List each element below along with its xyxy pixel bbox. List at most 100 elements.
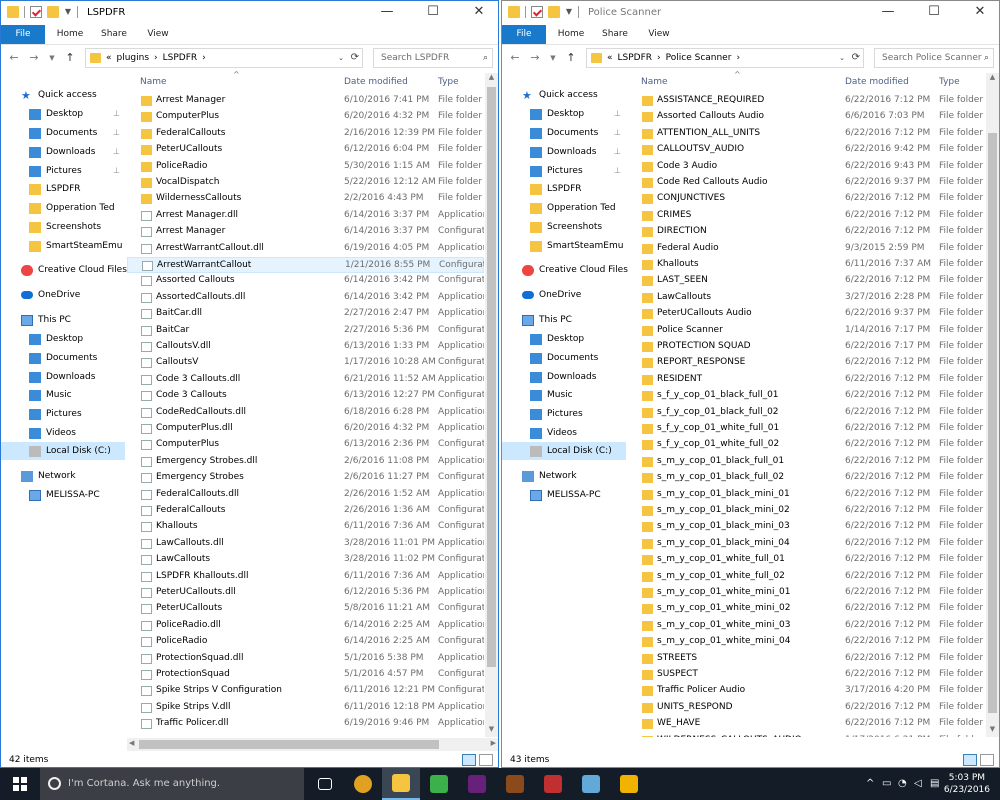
refresh-icon[interactable]: ⟳ [351, 49, 359, 67]
table-row[interactable]: PROTECTION SQUAD 6/22/2016 7:17 PM File fo… [628, 339, 985, 355]
table-row[interactable]: Spike Strips V.dll 6/11/2016 12:18 PM Appl… [127, 700, 484, 716]
nav-item-creative-cloud-files[interactable]: Creative Cloud Files [502, 261, 628, 279]
nav-item-smartsteamemu[interactable]: SmartSteamEmu [502, 237, 623, 255]
close-button[interactable]: ✕ [961, 1, 999, 25]
taskbar-chrome[interactable] [344, 768, 382, 800]
maximize-button[interactable]: ☐ [414, 1, 452, 25]
nav-item-onedrive[interactable]: OneDrive [1, 286, 80, 304]
table-row[interactable]: PeterUCallouts 5/8/2016 11:21 AM Configura… [127, 601, 484, 617]
address-dropdown-icon[interactable]: ⌄ [839, 49, 845, 67]
address-bar[interactable]: « LSPDFR › Police Scanner › ⌄ ⟳ [586, 48, 864, 68]
table-row[interactable]: REPORT_RESPONSE 6/22/2016 7:12 PM File fol… [628, 355, 985, 371]
scroll-down-icon[interactable]: ▼ [485, 725, 498, 737]
table-row[interactable]: SUSPECT 6/22/2016 7:12 PM File folder [628, 667, 985, 683]
nav-item-local-disk-c[interactable]: Local Disk (C:) [502, 442, 626, 460]
forward-icon[interactable]: → [27, 51, 41, 65]
taskbar-game-app[interactable] [496, 768, 534, 800]
nav-item-documents[interactable]: Documents [1, 349, 97, 367]
table-row-hovered[interactable]: ArrestWarrantCallout 1/21/2016 8:55 PM Con… [127, 257, 484, 274]
table-row[interactable]: BaitCar 2/27/2016 5:36 PM Configuratio [127, 323, 484, 339]
nav-item-desktop[interactable]: Desktop [502, 330, 584, 348]
table-row[interactable]: PeterUCallouts Audio 6/22/2016 9:37 PM Fil… [628, 306, 985, 322]
scroll-thumb[interactable] [988, 133, 997, 713]
chevron-down-icon[interactable]: ▼ [64, 6, 72, 18]
table-row[interactable]: s_m_y_cop_01_white_mini_03 6/22/2016 7:12… [628, 618, 985, 634]
table-row[interactable]: CONJUNCTIVES 6/22/2016 7:12 PM File folder [628, 191, 985, 207]
taskbar-file-explorer[interactable] [382, 768, 420, 800]
nav-item-pictures[interactable]: Pictures ⊥ [1, 162, 120, 180]
properties-icon[interactable] [531, 6, 543, 18]
table-row[interactable]: s_m_y_cop_01_white_full_01 6/22/2016 7:12… [628, 552, 985, 568]
tab-view[interactable]: View [141, 25, 175, 44]
recent-locations-icon[interactable]: ▼ [546, 51, 560, 65]
table-row[interactable]: s_m_y_cop_01_black_full_02 6/22/2016 7:12… [628, 470, 985, 486]
table-row[interactable]: PoliceRadio 6/14/2016 2:25 AM Configuratio [127, 634, 484, 650]
nav-item-pictures[interactable]: Pictures [502, 405, 583, 423]
refresh-icon[interactable]: ⟳ [852, 49, 860, 67]
back-icon[interactable]: ← [7, 51, 21, 65]
table-row[interactable]: PoliceRadio.dll 6/14/2016 2:25 AM Applicat… [127, 618, 484, 634]
taskbar-task-view[interactable] [306, 768, 344, 800]
address-dropdown-icon[interactable]: ⌄ [338, 49, 344, 67]
tab-file[interactable]: File [502, 25, 546, 44]
column-name[interactable]: Name [140, 77, 167, 87]
minimize-button[interactable]: — [869, 1, 907, 25]
table-row[interactable]: WE_HAVE 6/22/2016 7:12 PM File folder [628, 716, 985, 732]
table-row[interactable]: s_m_y_cop_01_white_mini_04 6/22/2016 7:12… [628, 634, 985, 650]
table-row[interactable]: LawCallouts 3/27/2016 2:28 PM File folder [628, 290, 985, 306]
details-view-icon[interactable] [963, 754, 977, 766]
table-row[interactable]: FederalCallouts 2/16/2016 12:39 PM File fo… [127, 126, 484, 142]
nav-item-this-pc[interactable]: This PC [502, 311, 572, 329]
nav-item-documents[interactable]: Documents [502, 349, 598, 367]
nav-item-network[interactable]: Network [502, 467, 577, 485]
scroll-up-icon[interactable]: ▲ [485, 73, 498, 85]
table-row[interactable]: Arrest Manager 6/14/2016 3:37 PM Configura… [127, 224, 484, 240]
table-row[interactable]: CalloutsV.dll 6/13/2016 1:33 PM Applicatio… [127, 339, 484, 355]
new-folder-icon[interactable] [47, 6, 59, 18]
nav-item-desktop[interactable]: Desktop ⊥ [1, 105, 120, 123]
start-button[interactable] [0, 768, 40, 800]
recent-locations-icon[interactable]: ▼ [45, 51, 59, 65]
taskbar-visual-studio[interactable] [458, 768, 496, 800]
table-row[interactable]: Arrest Manager.dll 6/14/2016 3:37 PM Appli… [127, 208, 484, 224]
minimize-button[interactable]: — [368, 1, 406, 25]
column-name[interactable]: Name [641, 77, 668, 87]
nav-item-music[interactable]: Music [1, 386, 72, 404]
scroll-left-icon[interactable]: ◀ [129, 739, 134, 747]
cortana-search-box[interactable]: I'm Cortana. Ask me anything. [40, 768, 304, 800]
table-row[interactable]: PoliceRadio 5/30/2016 1:15 AM File folder [127, 159, 484, 175]
up-icon[interactable]: ↑ [564, 51, 578, 65]
table-row[interactable]: CalloutsV 1/17/2016 10:28 AMConfiguratio [127, 355, 484, 371]
nav-item-creative-cloud-files[interactable]: Creative Cloud Files [1, 261, 127, 279]
column-date-modified[interactable]: Date modified [845, 77, 909, 87]
breadcrumb-separator[interactable]: › [154, 49, 158, 67]
nav-item-opperation-ted[interactable]: Opperation Ted [502, 199, 616, 217]
column-type[interactable]: Type [438, 77, 459, 87]
search-input[interactable]: Search Police Scanner ⌕ [874, 48, 994, 68]
table-row[interactable]: s_m_y_cop_01_white_full_02 6/22/2016 7:12… [628, 569, 985, 585]
nav-item-documents[interactable]: Documents ⊥ [502, 124, 621, 142]
table-row[interactable]: Code 3 Callouts.dll 6/21/2016 11:52 AM App… [127, 372, 484, 388]
nav-item-videos[interactable]: Videos [1, 424, 76, 442]
column-date-modified[interactable]: Date modified [344, 77, 408, 87]
table-row[interactable]: s_m_y_cop_01_white_mini_02 6/22/2016 7:12… [628, 601, 985, 617]
breadcrumb-lspdfr[interactable]: LSPDFR [163, 49, 198, 67]
table-row[interactable]: CodeRedCallouts.dll 6/18/2016 6:28 PM Appl… [127, 405, 484, 421]
table-row[interactable]: s_m_y_cop_01_white_mini_01 6/22/2016 7:12… [628, 585, 985, 601]
nav-item-melissa-pc[interactable]: MELISSA-PC [1, 486, 100, 504]
properties-icon[interactable] [30, 6, 42, 18]
address-bar[interactable]: « plugins › LSPDFR › ⌄ ⟳ [85, 48, 363, 68]
nav-item-videos[interactable]: Videos [502, 424, 577, 442]
table-row[interactable]: Code 3 Audio 6/22/2016 9:43 PM File folder [628, 159, 985, 175]
table-row[interactable]: s_f_y_cop_01_black_full_01 6/22/2016 7:12… [628, 388, 985, 404]
nav-item-pictures[interactable]: Pictures ⊥ [502, 162, 621, 180]
table-row[interactable]: VocalDispatch 5/22/2016 12:12 AM File fold… [127, 175, 484, 191]
nav-item-desktop[interactable]: Desktop [1, 330, 83, 348]
breadcrumb-lspdfr[interactable]: LSPDFR [618, 49, 653, 67]
table-row[interactable]: LawCallouts 3/28/2016 11:02 PMConfigurati… [127, 552, 484, 568]
table-row[interactable]: LSPDFR Khallouts.dll 6/11/2016 7:36 AM App… [127, 569, 484, 585]
table-row[interactable]: s_f_y_cop_01_black_full_02 6/22/2016 7:12… [628, 405, 985, 421]
table-row[interactable]: ASSISTANCE_REQUIRED 6/22/2016 7:12 PM File… [628, 93, 985, 109]
table-row[interactable]: ProtectionSquad.dll 5/1/2016 5:38 PM Appli… [127, 651, 484, 667]
tab-file[interactable]: File [1, 25, 45, 44]
